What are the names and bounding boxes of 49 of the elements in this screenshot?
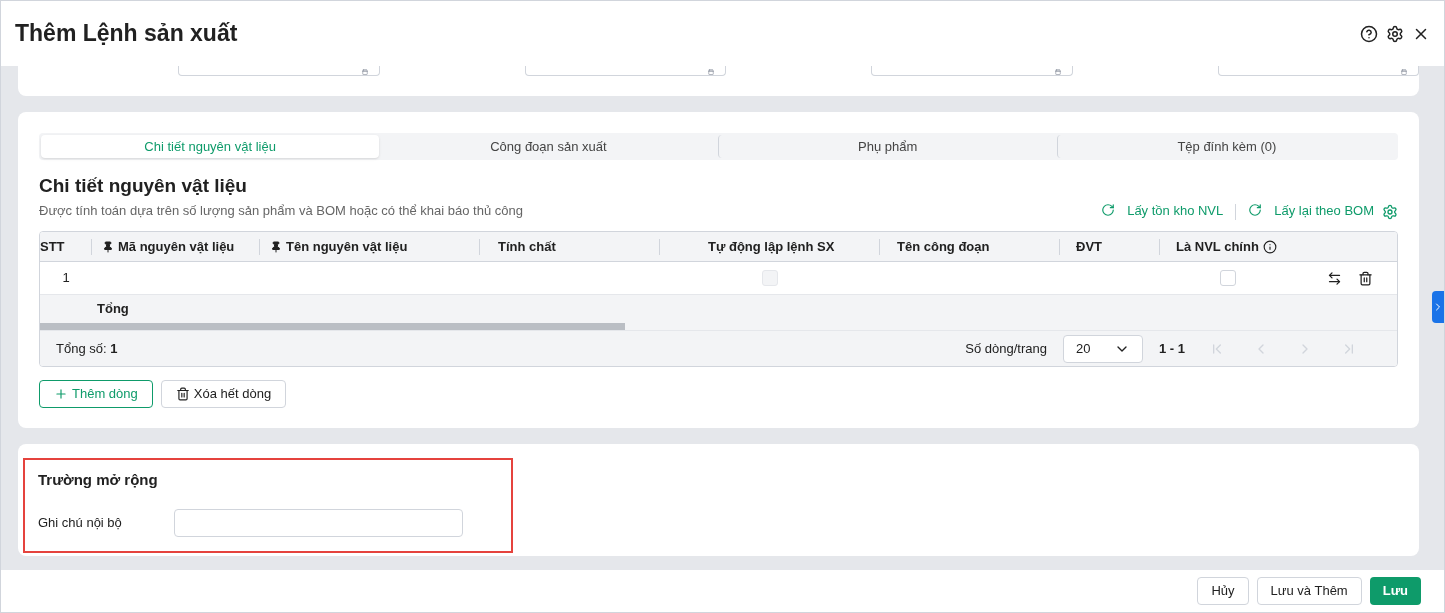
internal-note-field[interactable] xyxy=(174,508,463,537)
refresh-icon xyxy=(1101,203,1116,218)
date-field[interactable] xyxy=(871,66,1073,76)
column-header: Tự động lập lệnh SX xyxy=(708,237,835,256)
save-button[interactable]: Lưu xyxy=(1369,577,1421,605)
secondary-button[interactable]: Hủy xyxy=(1197,577,1249,605)
settings-icon[interactable] xyxy=(1386,24,1404,43)
checkbox[interactable] xyxy=(1219,270,1236,286)
reload-link[interactable]: Lấy lại theo BOM xyxy=(1248,200,1374,220)
delete-icon[interactable] xyxy=(1358,270,1373,286)
column-header: STT xyxy=(40,237,65,256)
column-header: Tính chất xyxy=(498,237,556,256)
reload-link[interactable]: Lấy tồn kho NVL xyxy=(1101,200,1224,220)
column-header: Là NVL chính xyxy=(1176,236,1277,257)
column-header: Tên công đoạn xyxy=(897,237,990,256)
pin-icon[interactable] xyxy=(102,240,114,253)
section-subtitle: Được tính toán dựa trên số lượng sản phẩm và BOM hoặc có thể khai báo thủ công xyxy=(39,201,524,220)
horizontal-scrollbar[interactable] xyxy=(40,323,625,330)
total-label: Tổng xyxy=(97,300,129,319)
record-count: Tổng số: 1 xyxy=(56,339,119,358)
tab[interactable]: Công đoạn sản xuất xyxy=(379,135,718,158)
plus-icon xyxy=(54,387,68,401)
swap-icon[interactable] xyxy=(1327,270,1342,286)
date-field[interactable] xyxy=(524,66,726,76)
date-field[interactable] xyxy=(1217,66,1419,76)
trash-icon xyxy=(175,387,190,401)
tab[interactable]: Tệp đính kèm (0) xyxy=(1056,135,1396,158)
clear-rows-button[interactable]: Xóa hết dòng xyxy=(160,380,287,408)
column-header: Mã nguyên vật liệu xyxy=(92,236,235,257)
window-title: Thêm Lệnh sản xuất xyxy=(15,19,239,49)
extension-title: Trường mở rộng xyxy=(38,470,159,490)
secondary-button[interactable]: Lưu và Thêm xyxy=(1256,577,1362,605)
tab[interactable]: Chi tiết nguyên vật liệu xyxy=(41,135,380,158)
page-size-select[interactable]: 20 xyxy=(1063,334,1143,363)
info-icon xyxy=(1262,239,1277,254)
column-header: Tên nguyên vật liệu xyxy=(260,236,408,257)
refresh-icon xyxy=(1248,203,1263,218)
page-range: 1 - 1 xyxy=(1159,339,1185,358)
page-size-label: Số dòng/trang xyxy=(965,339,1047,358)
help-icon[interactable] xyxy=(1360,24,1378,43)
date-field[interactable] xyxy=(178,66,380,76)
add-row-button[interactable]: Thêm dòng xyxy=(39,380,153,408)
row-number: 1 xyxy=(62,269,70,288)
field-label: Ghi chú nội bộ xyxy=(38,513,123,532)
side-panel-toggle[interactable] xyxy=(1432,291,1444,323)
column-header: ĐVT xyxy=(1076,237,1102,256)
pin-icon[interactable] xyxy=(270,240,282,253)
section-title: Chi tiết nguyên vật liệu xyxy=(39,174,248,198)
tab[interactable]: Phụ phẩm xyxy=(717,135,1057,158)
